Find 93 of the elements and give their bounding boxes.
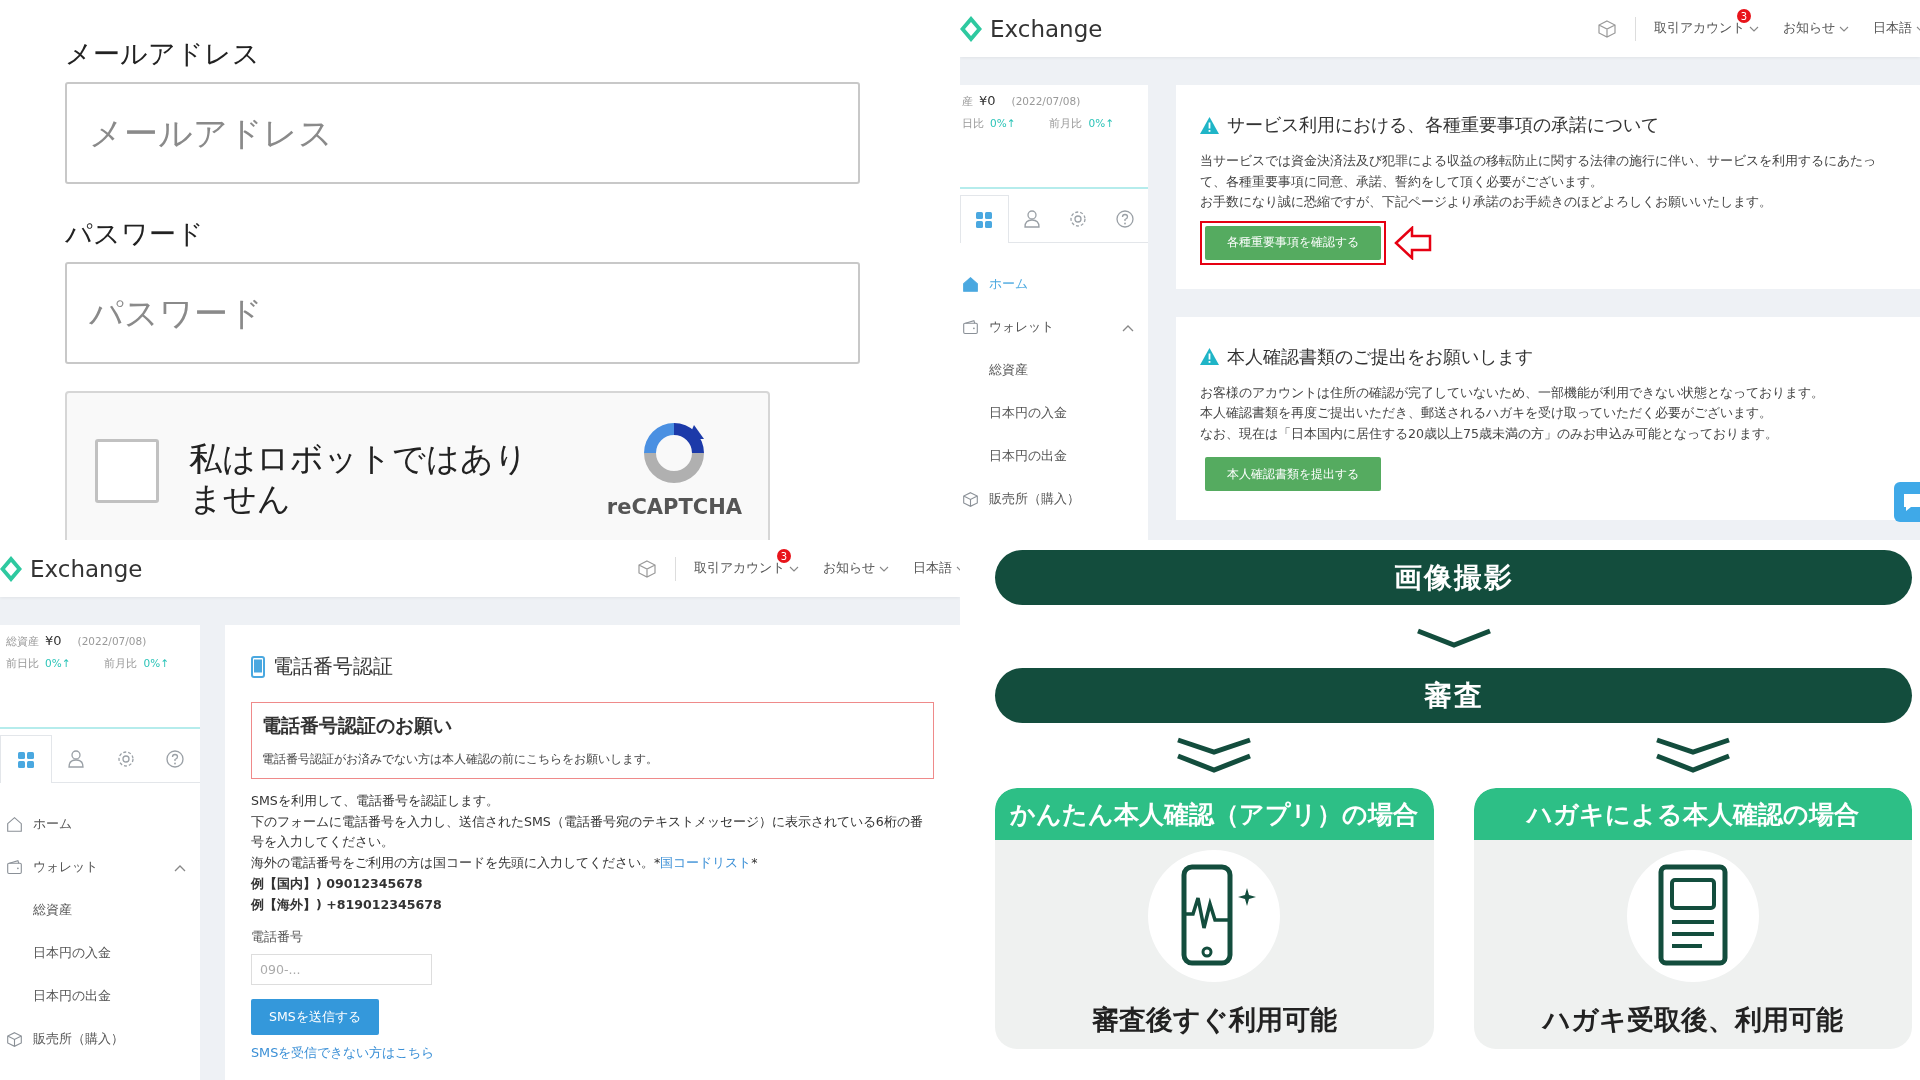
- warning-icon: [1200, 116, 1219, 134]
- settings-icon: [1068, 208, 1089, 229]
- nav-item[interactable]: ホーム: [6, 803, 186, 846]
- box-icon: [962, 491, 979, 508]
- wallet-icon: [962, 319, 979, 336]
- logo-text: Exchange: [30, 555, 143, 582]
- chevron-down-icon: [879, 565, 889, 572]
- menu-item[interactable]: 日本語: [1873, 20, 1912, 37]
- captcha-label: 私はロボットではありません: [189, 439, 529, 519]
- summary-label: 日比: [962, 117, 984, 131]
- notification-badge: 3: [777, 549, 791, 563]
- example-text: 例【国内】) 09012345678: [251, 875, 424, 893]
- sidebar-tab[interactable]: [960, 195, 1009, 243]
- summary-value: 0%↑: [1088, 117, 1114, 129]
- nav-item[interactable]: 販売所（購入）: [962, 478, 1134, 521]
- input-field[interactable]: メールアドレス: [65, 82, 860, 184]
- nav-item[interactable]: ウォレット: [6, 846, 186, 889]
- menu-item[interactable]: お知らせ: [823, 560, 875, 577]
- help-icon: [165, 748, 186, 769]
- summary-value: 0%↑: [990, 117, 1016, 129]
- grid-icon: [974, 209, 995, 230]
- menu-item[interactable]: 日本語: [913, 560, 952, 577]
- country-code-link[interactable]: 国コードリスト: [660, 854, 752, 870]
- nav-subitem[interactable]: 日本円の出金: [6, 975, 186, 1018]
- cube-icon[interactable]: [1597, 18, 1617, 39]
- notice-title: 本人確認書類のご提出をお願いします: [1227, 345, 1533, 369]
- summary-label: 前日比: [6, 657, 39, 671]
- step-banner: 画像撮影: [995, 550, 1912, 605]
- example-text: 例【海外】) +819012345678: [251, 896, 443, 914]
- logo-text: Exchange: [990, 15, 1103, 42]
- logo-icon: [0, 555, 22, 582]
- checkbox[interactable]: [95, 439, 159, 503]
- box-icon: [6, 1031, 23, 1048]
- notice-text: お客様のアカウントは住所の確認が完了していないため、一部機能が利用できない状態となっております。 本人確認書類を再度ご提出いただき、郵送されるハガキを受け取っていただく必要がございます。 なお、現在は「日本国内に居住する20歳以上75歳未満の方」のみお申込み可能となっております。: [1200, 383, 1825, 443]
- page-title: 電話番号認証: [273, 654, 393, 680]
- person-icon: [66, 748, 87, 769]
- logo-icon: [960, 15, 982, 42]
- summary-value: ¥0: [45, 633, 62, 648]
- captcha-brand: reCAPTCHA: [606, 495, 742, 519]
- notification-badge: 3: [1737, 9, 1751, 23]
- arrow-icon: [1394, 225, 1432, 260]
- branch-result: 審査後すぐ利用可能: [1091, 1003, 1337, 1037]
- summary-label: 前月比: [104, 657, 138, 671]
- help-link[interactable]: SMSを受信できない方はこちら: [251, 1045, 934, 1062]
- field-label: パスワード: [65, 217, 205, 251]
- chevron-down-icon: [1414, 627, 1493, 649]
- chevron-down-icon: [1749, 25, 1759, 32]
- menu-item[interactable]: 取引アカウント: [1654, 20, 1745, 37]
- branch-result: ハガキ受取後、利用可能: [1542, 1003, 1843, 1037]
- nav-subitem[interactable]: 総資産: [962, 349, 1134, 392]
- nav-item[interactable]: 販売所（購入）: [6, 1018, 186, 1061]
- input-field[interactable]: パスワード: [65, 262, 860, 364]
- notice-text: 当サービスでは資金決済法及び犯罪による収益の移転防止に関する法律の施行に伴い、サービスを利用するにあたって、各種重要事項に同意、承諾、誓約をして頂く必要がございます。 お手数になり誠に恐縮ですが、下記ページより承諾のお手続きのほどよろしくお願いいたします。: [1200, 152, 1877, 211]
- summary-label: 総資産: [6, 635, 39, 649]
- warning-icon: [1200, 348, 1219, 365]
- smartphone-icon: [251, 655, 265, 678]
- grid-icon: [15, 749, 36, 770]
- phone-input-field[interactable]: 090-...: [251, 954, 432, 985]
- step-banner: 審査: [995, 668, 1912, 723]
- branch-title: ハガキによる本人確認の場合: [1473, 788, 1912, 840]
- summary-value: 0%↑: [143, 657, 169, 669]
- instruction-text: 下のフォームに電話番号を入力し、送信されたSMS（電話番号宛のテキストメッセージ）に表示されている6桁の番号を入力してください。: [251, 812, 924, 851]
- summary-label: 産: [962, 95, 973, 109]
- settings-icon: [115, 748, 136, 769]
- nav-item[interactable]: ウォレット: [962, 306, 1134, 349]
- branch-title: かんたん本人確認（アプリ）の場合: [995, 788, 1434, 840]
- instruction-text: 海外の電話番号をご利用の方は国コードを先頭に入力してください。*国コードリスト*: [251, 853, 759, 872]
- alert-text: 電話番号認証がお済みでない方は本人確認の前にこちらをお願いします。: [262, 751, 659, 768]
- nav-subitem[interactable]: 日本円の入金: [962, 392, 1134, 435]
- chevron-down-icon: [789, 565, 799, 572]
- person-icon: [1021, 208, 1042, 229]
- notice-title: サービス利用における、各種重要事項の承諾について: [1227, 114, 1659, 137]
- cube-icon[interactable]: [637, 558, 657, 579]
- alert-title: 電話番号認証のお願い: [262, 713, 453, 738]
- field-label: メールアドレス: [65, 37, 261, 71]
- summary-date: (2022/07/08): [1011, 95, 1081, 107]
- field-label: 電話番号: [251, 929, 304, 946]
- nav-subitem[interactable]: 日本円の入金: [6, 932, 186, 975]
- instruction-text: SMSを利用して、電話番号を認証します。: [251, 792, 500, 810]
- summary-date: (2022/07/08): [77, 635, 147, 647]
- wallet-icon: [6, 859, 23, 876]
- home-icon: [962, 276, 979, 293]
- summary-value: ¥0: [979, 93, 996, 108]
- home-icon: [6, 816, 23, 833]
- nav-subitem[interactable]: 日本円の出金: [962, 435, 1134, 478]
- sidebar-tab[interactable]: [0, 735, 52, 783]
- chevron-down-icon: [1839, 25, 1849, 32]
- nav-subitem[interactable]: 総資産: [6, 889, 186, 932]
- help-icon: [1114, 208, 1135, 229]
- summary-label: 前月比: [1049, 117, 1083, 131]
- menu-item[interactable]: お知らせ: [1783, 20, 1835, 37]
- menu-item[interactable]: 取引アカウント: [694, 560, 785, 577]
- summary-value: 0%↑: [45, 657, 71, 669]
